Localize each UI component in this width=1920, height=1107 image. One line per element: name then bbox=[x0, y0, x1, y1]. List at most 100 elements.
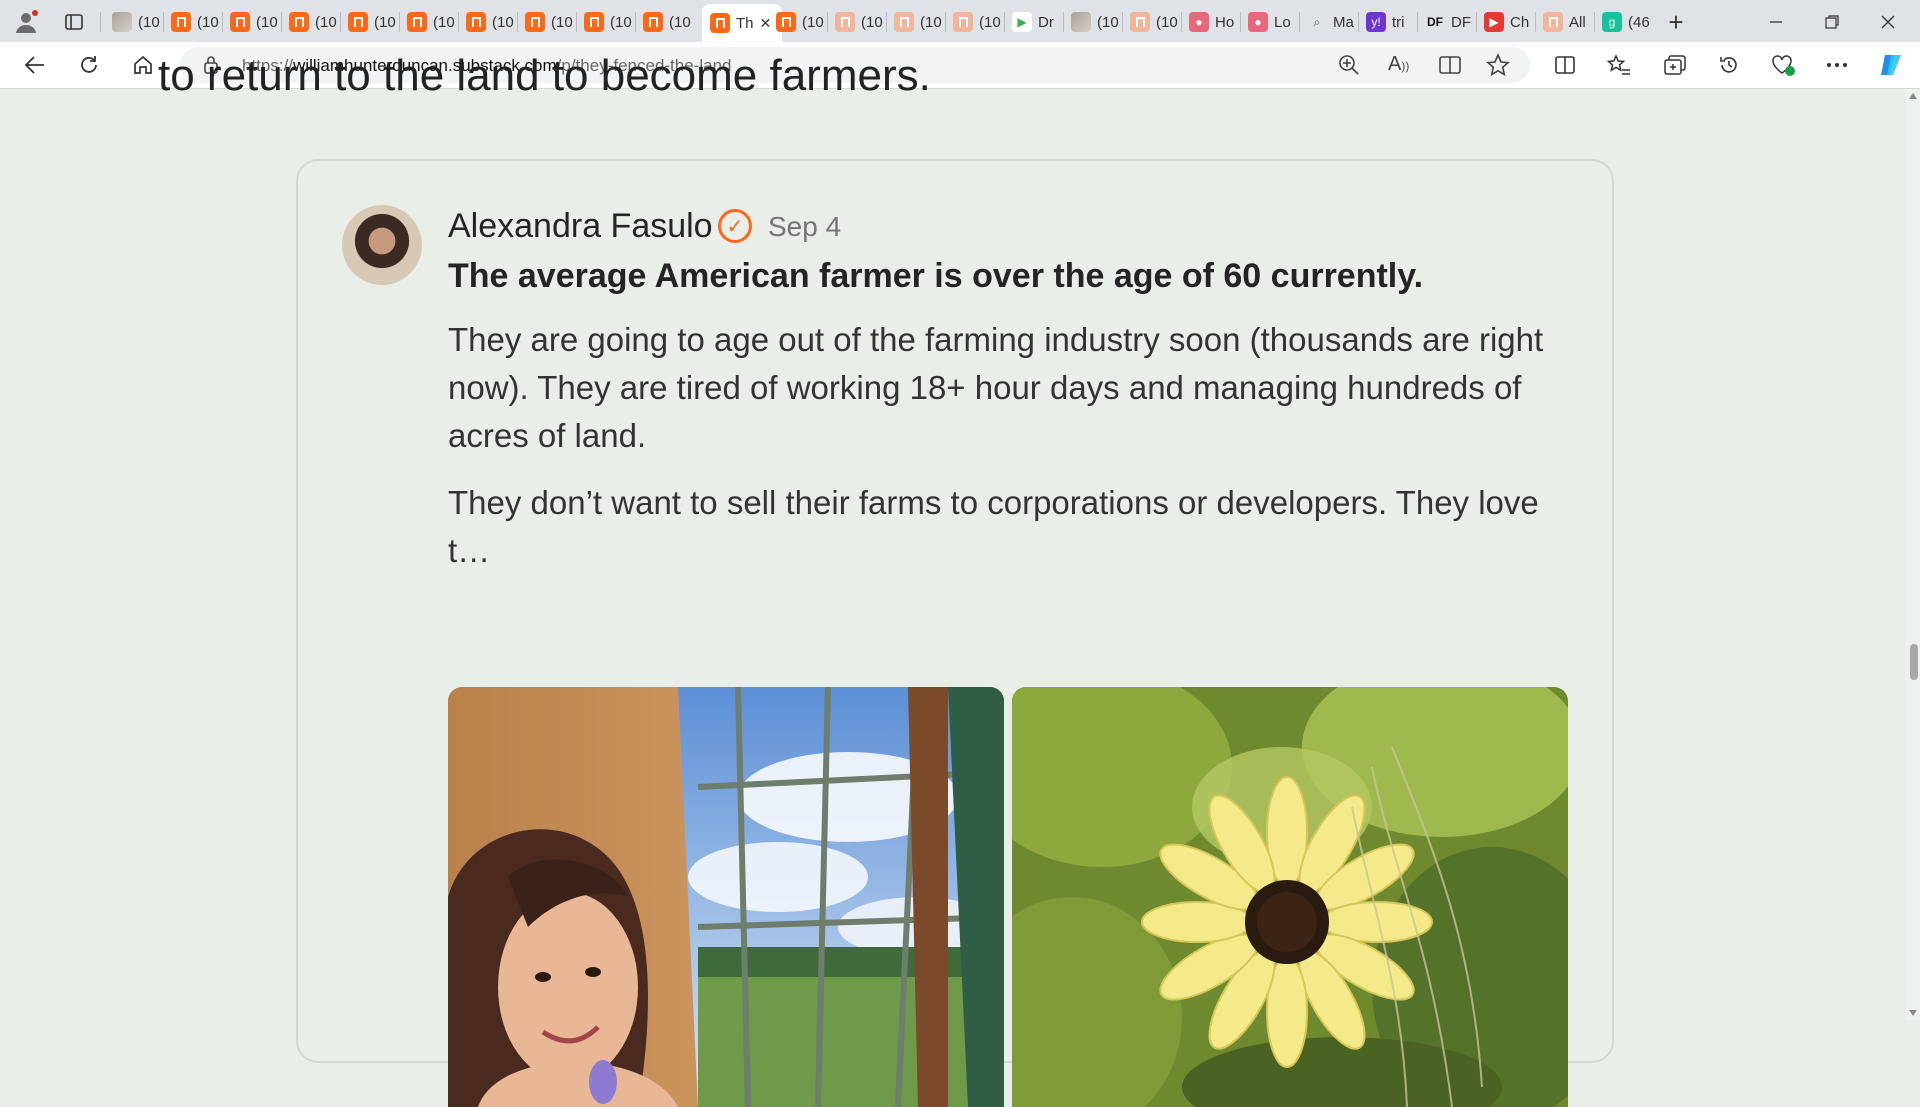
tab[interactable]: (10 bbox=[289, 6, 338, 38]
tab[interactable]: ● Ho bbox=[1189, 6, 1238, 38]
tab[interactable]: (10 bbox=[112, 6, 161, 38]
tab-divider bbox=[340, 12, 341, 32]
tab[interactable]: (10 bbox=[776, 6, 825, 38]
close-tab-icon[interactable]: ✕ bbox=[760, 15, 772, 32]
post-date[interactable]: Sep 4 bbox=[768, 211, 841, 243]
new-tab-icon[interactable]: + bbox=[1662, 7, 1690, 37]
refresh-icon[interactable] bbox=[74, 50, 104, 80]
tab[interactable]: (10 bbox=[1130, 6, 1179, 38]
photo-favicon-icon bbox=[112, 12, 132, 32]
tab[interactable]: (10 bbox=[525, 6, 574, 38]
tab-label: (10 bbox=[979, 13, 1001, 31]
tab[interactable]: ● Lo bbox=[1248, 6, 1297, 38]
tab-divider bbox=[163, 12, 164, 32]
browser-essentials-icon[interactable] bbox=[1768, 50, 1798, 80]
tab-label: (10 bbox=[1097, 13, 1119, 31]
tab[interactable]: y! tri bbox=[1366, 6, 1415, 38]
tab-divider bbox=[1240, 12, 1241, 32]
tab-divider bbox=[1299, 12, 1300, 32]
photo-woman-by-window[interactable] bbox=[448, 687, 1004, 1107]
g-favicon-icon: g bbox=[1602, 12, 1622, 32]
page-content: to return to the land to become farmers.… bbox=[0, 51, 1920, 1107]
tab-label: (10 bbox=[433, 13, 455, 31]
tab[interactable]: (10 bbox=[894, 6, 943, 38]
tab-label: (10 bbox=[374, 13, 396, 31]
tab-label: (10 bbox=[1156, 13, 1178, 31]
read-aloud-icon[interactable]: A)) bbox=[1388, 53, 1409, 76]
scroll-down-arrow-icon[interactable] bbox=[1909, 1010, 1917, 1016]
substack-favicon-icon bbox=[466, 12, 486, 32]
play-favicon-icon: ▶ bbox=[1012, 12, 1032, 32]
photo-favicon-icon bbox=[1071, 12, 1091, 32]
favorite-star-icon[interactable] bbox=[1486, 52, 1510, 82]
tab-divider bbox=[886, 12, 887, 32]
tab[interactable]: (10 bbox=[1071, 6, 1120, 38]
tab[interactable]: (10 bbox=[466, 6, 515, 38]
article-partial-line: to return to the land to become farmers. bbox=[158, 51, 931, 100]
substack-favicon-icon bbox=[230, 12, 250, 32]
tab-label: Ch bbox=[1510, 13, 1530, 31]
tab-label: (10 bbox=[138, 13, 160, 31]
tab[interactable]: ⌕ Ma bbox=[1307, 6, 1356, 38]
tab[interactable]: (10 bbox=[348, 6, 397, 38]
tab-actions-icon[interactable] bbox=[60, 8, 88, 36]
tab-label: (10 bbox=[861, 13, 883, 31]
copilot-icon[interactable] bbox=[1876, 50, 1906, 80]
scrollbar-thumb[interactable] bbox=[1910, 644, 1918, 680]
bookmark-favicon-icon bbox=[1543, 12, 1563, 32]
substack-favicon-icon bbox=[348, 12, 368, 32]
substack-favicon-icon bbox=[407, 12, 427, 32]
tab-label: (10 bbox=[551, 13, 573, 31]
tab[interactable]: ▶ Dr bbox=[1012, 6, 1061, 38]
tab-active[interactable]: Th ✕ bbox=[702, 4, 782, 42]
tab-divider bbox=[1004, 12, 1005, 32]
home-icon[interactable] bbox=[128, 50, 158, 80]
note-headline: The average American farmer is over the … bbox=[448, 257, 1424, 295]
author-name[interactable]: Alexandra Fasulo bbox=[448, 207, 713, 246]
tab-label: Th bbox=[736, 14, 754, 32]
tab-divider bbox=[517, 12, 518, 32]
profile-icon[interactable] bbox=[12, 8, 40, 36]
favorites-icon[interactable] bbox=[1604, 50, 1634, 80]
back-icon[interactable] bbox=[20, 50, 50, 80]
substack-favicon-icon bbox=[584, 12, 604, 32]
split-screen-icon[interactable] bbox=[1550, 50, 1580, 80]
embedded-note-card[interactable]: Alexandra Fasulo ✓ Sep 4 The average Ame… bbox=[296, 159, 1614, 1107]
tab-divider bbox=[1358, 12, 1359, 32]
tab[interactable]: (10 bbox=[171, 6, 220, 38]
tab[interactable]: (10 bbox=[835, 6, 884, 38]
zoom-icon[interactable] bbox=[1338, 54, 1360, 81]
tab[interactable]: ▶ Ch bbox=[1484, 6, 1533, 38]
tab-label: (10 bbox=[610, 13, 632, 31]
tab-divider bbox=[1181, 12, 1182, 32]
immersive-reader-icon[interactable] bbox=[1438, 54, 1462, 81]
tab[interactable]: (10 bbox=[953, 6, 1002, 38]
tab[interactable]: (10 bbox=[643, 6, 692, 38]
close-window-icon[interactable] bbox=[1874, 8, 1902, 36]
restore-icon[interactable] bbox=[1818, 8, 1846, 36]
avatar[interactable] bbox=[342, 205, 422, 285]
collections-icon[interactable] bbox=[1660, 50, 1690, 80]
tab-label: DF bbox=[1451, 13, 1471, 31]
more-options-icon[interactable] bbox=[1822, 50, 1852, 80]
photo-sunflower[interactable] bbox=[1012, 687, 1568, 1107]
tab-label: Ho bbox=[1215, 13, 1235, 31]
scrollbar[interactable] bbox=[1906, 89, 1920, 1020]
tab-label: (10 bbox=[315, 13, 337, 31]
history-icon[interactable] bbox=[1714, 50, 1744, 80]
tab-divider bbox=[1122, 12, 1123, 32]
tab-divider bbox=[576, 12, 577, 32]
substack-favicon-icon bbox=[1130, 12, 1150, 32]
tab[interactable]: g (46 bbox=[1602, 6, 1651, 38]
tab[interactable]: (10 bbox=[407, 6, 456, 38]
tab[interactable]: (10 bbox=[230, 6, 279, 38]
minimize-icon[interactable] bbox=[1762, 8, 1790, 36]
note-paragraph-truncated: They don’t want to sell their farms to c… bbox=[448, 484, 1539, 569]
tab[interactable]: (10 bbox=[584, 6, 633, 38]
pink-favicon-icon: ● bbox=[1189, 12, 1209, 32]
tab-label: All bbox=[1569, 13, 1586, 31]
tab[interactable]: DF DF bbox=[1425, 6, 1474, 38]
tab[interactable]: All bbox=[1543, 6, 1592, 38]
scroll-up-arrow-icon[interactable] bbox=[1909, 93, 1917, 99]
substack-favicon-icon bbox=[525, 12, 545, 32]
